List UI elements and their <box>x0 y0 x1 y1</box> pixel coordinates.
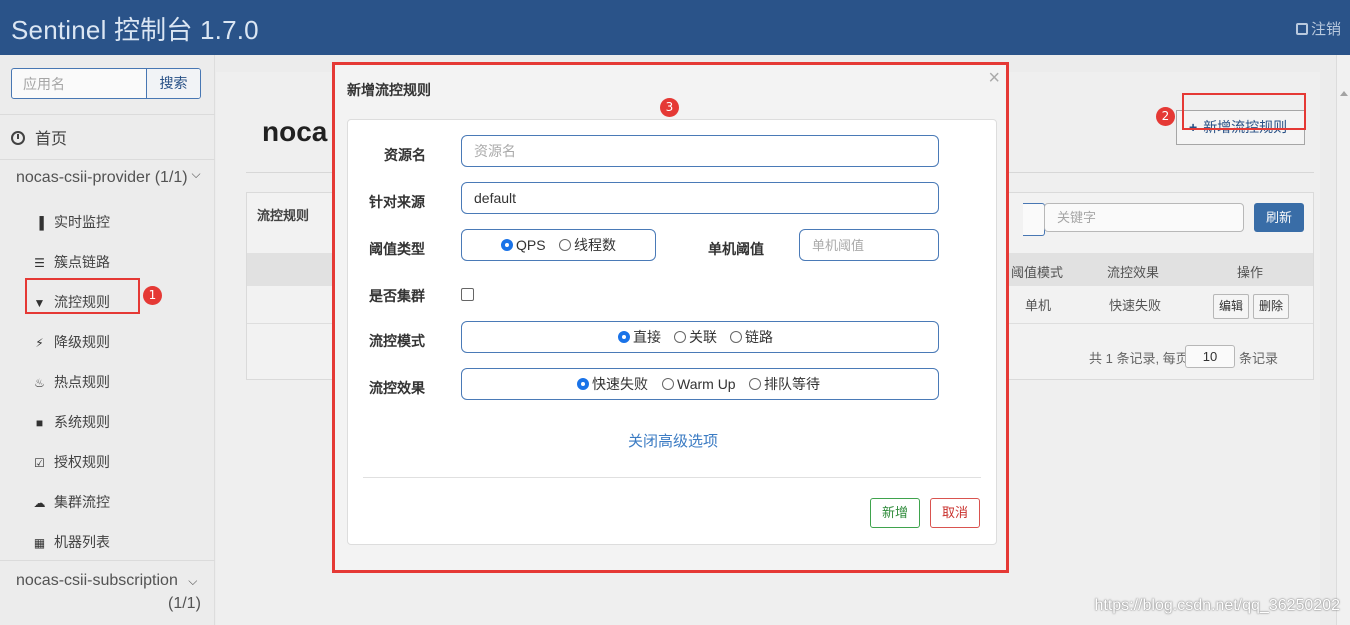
radio-queue[interactable]: 排队等待 <box>749 369 820 399</box>
radio-unselected-icon <box>559 239 571 251</box>
radio-label: 关联 <box>689 329 717 345</box>
radio-unselected-icon <box>674 331 686 343</box>
resource-label: 资源名 <box>384 147 426 163</box>
radio-selected-icon <box>501 239 513 251</box>
annotation-badge: 3 <box>660 98 679 117</box>
radio-label: 排队等待 <box>764 376 820 392</box>
radio-direct[interactable]: 直接 <box>618 322 661 352</box>
effect-label: 流控效果 <box>369 380 425 396</box>
sign-out-icon <box>1296 23 1308 35</box>
cluster-label: 是否集群 <box>369 288 425 304</box>
radio-label: Warm Up <box>677 376 736 392</box>
highlight-box-flow-rules <box>25 278 140 314</box>
radio-thread-count[interactable]: 线程数 <box>559 230 616 260</box>
origin-label: 针对来源 <box>369 194 425 210</box>
highlight-box-add-rule <box>1182 93 1306 130</box>
add-flow-rule-modal: 新增流控规则 × 资源名 针对来源 default 阈值类型 QPS 线程数 单… <box>332 62 1009 573</box>
divider <box>363 477 981 478</box>
radio-unselected-icon <box>749 378 761 390</box>
resource-input[interactable] <box>461 135 939 167</box>
annotation-badge: 2 <box>1156 107 1175 126</box>
app-title: Sentinel 控制台 1.7.0 <box>11 15 259 45</box>
cluster-checkbox[interactable] <box>461 288 474 301</box>
annotation-badge: 1 <box>143 286 162 305</box>
logout-label: 注销 <box>1311 21 1342 38</box>
radio-label: QPS <box>516 237 546 253</box>
top-navbar: Sentinel 控制台 1.7.0 注销 <box>0 0 1350 55</box>
logout-link[interactable]: 注销 <box>1296 18 1350 39</box>
mode-label: 流控模式 <box>369 333 425 349</box>
origin-input[interactable]: default <box>461 182 939 214</box>
effect-group: 快速失败 Warm Up 排队等待 <box>461 368 939 400</box>
single-threshold-label: 单机阈值 <box>708 241 764 257</box>
close-icon[interactable]: × <box>988 67 1000 90</box>
radio-qps[interactable]: QPS <box>501 230 546 260</box>
mode-group: 直接 关联 链路 <box>461 321 939 353</box>
radio-label: 链路 <box>745 329 773 345</box>
modal-form: 资源名 针对来源 default 阈值类型 QPS 线程数 单机阈值 是否集群 … <box>347 119 997 545</box>
toggle-advanced-link[interactable]: 关闭高级选项 <box>348 430 998 451</box>
modal-title: 新增流控规则 <box>347 82 431 98</box>
radio-label: 快速失败 <box>592 376 648 392</box>
threshold-type-label: 阈值类型 <box>369 241 425 257</box>
radio-chain[interactable]: 链路 <box>730 322 773 352</box>
submit-add-button[interactable]: 新增 <box>870 498 920 528</box>
cancel-button[interactable]: 取消 <box>930 498 980 528</box>
radio-fast-fail[interactable]: 快速失败 <box>577 369 648 399</box>
radio-warm-up[interactable]: Warm Up <box>662 369 736 399</box>
scroll-up-arrow-icon[interactable] <box>1340 91 1348 96</box>
watermark: https://blog.csdn.net/qq_36250202 <box>1094 597 1340 614</box>
threshold-type-group: QPS 线程数 <box>461 229 656 261</box>
radio-label: 直接 <box>633 329 661 345</box>
single-threshold-input[interactable] <box>799 229 939 261</box>
radio-selected-icon <box>577 378 589 390</box>
radio-selected-icon <box>618 331 630 343</box>
page-scrollbar[interactable] <box>1336 55 1350 625</box>
radio-unselected-icon <box>662 378 674 390</box>
radio-related[interactable]: 关联 <box>674 322 717 352</box>
radio-unselected-icon <box>730 331 742 343</box>
radio-label: 线程数 <box>574 237 616 253</box>
